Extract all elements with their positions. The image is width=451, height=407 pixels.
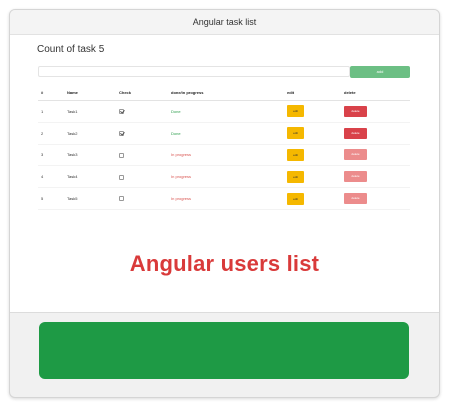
delete-cell: delete xyxy=(341,100,410,123)
col-header-edit: edit xyxy=(284,84,341,101)
edit-button[interactable]: edit xyxy=(287,170,304,183)
task-checkbox-cell xyxy=(116,187,168,210)
col-header-check: Check xyxy=(116,84,168,101)
task-checkbox[interactable] xyxy=(119,130,124,136)
table-row: 5 Task5 In progress edit delete xyxy=(38,187,410,210)
task-checkbox-cell xyxy=(116,165,168,189)
delete-cell: delete xyxy=(341,122,410,145)
edit-cell: edit xyxy=(284,165,341,189)
delete-button[interactable]: delete xyxy=(344,149,367,161)
task-status: Done xyxy=(168,100,284,123)
edit-button[interactable]: edit xyxy=(287,148,304,161)
task-checkbox[interactable] xyxy=(119,174,124,180)
users-list-caption: Angular users list xyxy=(129,251,320,276)
task-count: Count of task 5 xyxy=(37,44,105,55)
delete-button[interactable]: delete xyxy=(344,171,367,183)
task-name: Task2 xyxy=(64,122,116,145)
task-status: Done xyxy=(168,122,284,145)
delete-cell: delete xyxy=(341,165,410,189)
task-name: Task3 xyxy=(64,144,116,167)
delete-button[interactable]: delete xyxy=(344,193,367,205)
task-name: Task4 xyxy=(64,165,116,189)
edit-cell: edit xyxy=(284,100,341,123)
task-checkbox-cell xyxy=(116,144,168,167)
task-status: In progress xyxy=(168,144,284,167)
task-checkbox-cell xyxy=(116,122,168,145)
task-checkbox[interactable] xyxy=(119,152,124,158)
edit-cell: edit xyxy=(284,144,341,167)
col-header-number: # xyxy=(38,84,64,101)
row-number: 5 xyxy=(38,187,64,210)
edit-button[interactable]: edit xyxy=(287,192,304,205)
add-button[interactable]: add xyxy=(350,66,410,78)
task-checkbox-cell xyxy=(116,100,168,123)
table-row: 2 Task2 Done edit delete xyxy=(38,122,410,145)
col-header-delete: delete xyxy=(341,84,410,101)
task-panel: Count of task 5 add # Name Check done/in… xyxy=(10,35,439,313)
row-number: 4 xyxy=(38,165,64,189)
task-checkbox[interactable] xyxy=(119,196,124,202)
app-window: Angular task list Count of task 5 add # … xyxy=(9,9,440,398)
delete-cell: delete xyxy=(341,187,410,210)
task-checkbox[interactable] xyxy=(119,109,124,115)
edit-button[interactable]: edit xyxy=(287,127,304,140)
col-header-name: Name xyxy=(64,84,116,101)
row-number: 1 xyxy=(38,100,64,123)
task-table: # Name Check done/in progress edit delet… xyxy=(38,84,410,210)
row-number: 3 xyxy=(38,144,64,167)
task-name: Task5 xyxy=(64,187,116,210)
task-name: Task1 xyxy=(64,100,116,123)
add-task-input[interactable] xyxy=(38,66,350,77)
task-status: In progress xyxy=(168,165,284,189)
col-header-status: done/in progress xyxy=(168,84,284,101)
delete-button[interactable]: delete xyxy=(344,127,367,139)
table-row: 1 Task1 Done edit delete xyxy=(38,100,410,123)
table-header-row: # Name Check done/in progress edit delet… xyxy=(38,84,410,101)
delete-cell: delete xyxy=(341,144,410,167)
task-status: In progress xyxy=(168,187,284,210)
row-number: 2 xyxy=(38,122,64,145)
table-row: 3 Task3 In progress edit delete xyxy=(38,144,410,167)
edit-cell: edit xyxy=(284,187,341,210)
edit-cell: edit xyxy=(284,122,341,145)
delete-button[interactable]: delete xyxy=(344,105,367,117)
green-banner xyxy=(39,322,409,379)
window-title: Angular task list xyxy=(10,10,439,35)
table-row: 4 Task4 In progress edit delete xyxy=(38,165,410,189)
edit-button[interactable]: edit xyxy=(287,105,304,118)
